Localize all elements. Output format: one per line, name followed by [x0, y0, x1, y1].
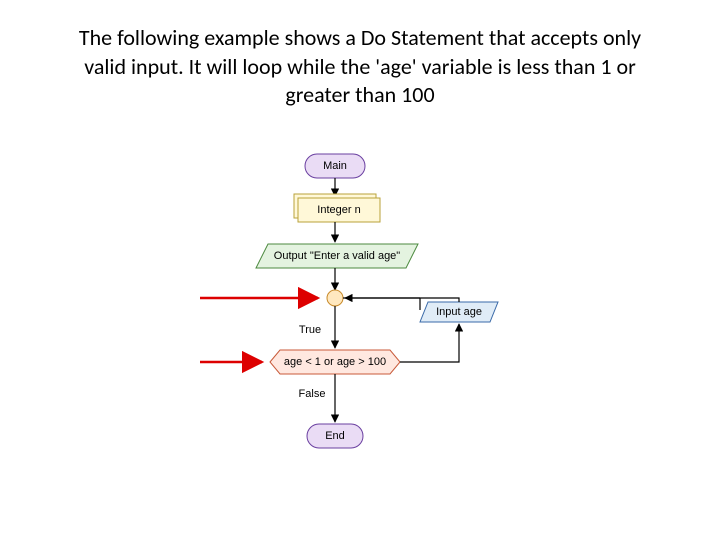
node-main: Main — [305, 154, 365, 178]
node-end-label: End — [325, 430, 345, 442]
node-input: Input age — [420, 302, 498, 322]
node-main-label: Main — [323, 160, 347, 172]
description-text: The following example shows a Do Stateme… — [60, 24, 660, 110]
node-declaration-label: Integer n — [317, 204, 360, 216]
node-input-label: Input age — [436, 306, 482, 318]
node-loop-junction — [327, 290, 343, 306]
flowchart-diagram: Main Integer n Output "Enter a valid age… — [0, 150, 720, 510]
label-true: True — [299, 324, 321, 336]
node-end: End — [307, 424, 363, 448]
node-condition: age < 1 or age > 100 — [270, 350, 400, 374]
label-false: False — [299, 388, 326, 400]
node-declaration: Integer n — [294, 194, 380, 222]
node-output: Output "Enter a valid age" — [256, 244, 418, 268]
node-output-label: Output "Enter a valid age" — [274, 250, 401, 262]
node-condition-label: age < 1 or age > 100 — [284, 356, 386, 368]
